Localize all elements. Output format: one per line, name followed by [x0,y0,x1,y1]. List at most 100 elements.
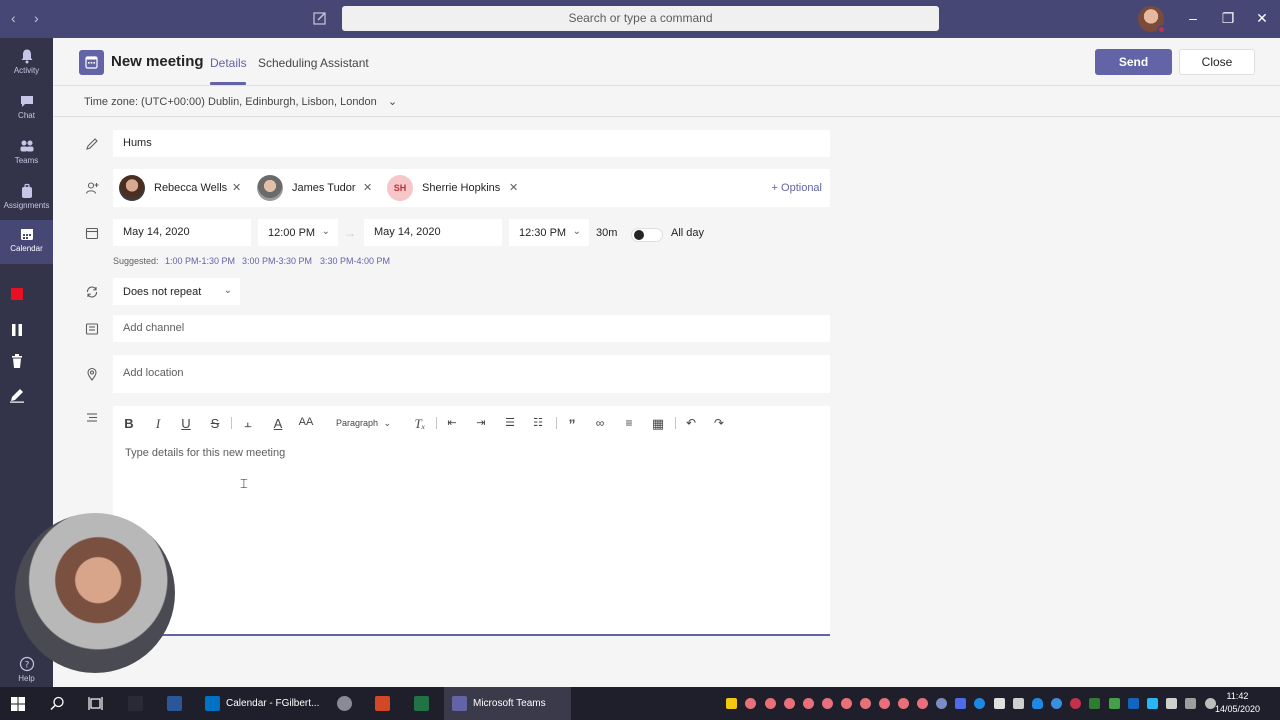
tray-app-icon[interactable] [898,698,909,709]
clear-formatting-icon[interactable]: Tₓ [412,416,428,432]
chevron-down-icon: ⌄ [572,226,581,237]
record-pen-button[interactable] [8,386,26,404]
pinned-app-icon[interactable] [128,696,143,711]
windows-start-icon[interactable] [11,697,25,711]
bullet-list-icon[interactable]: ☰ [502,416,518,429]
rail-item-calendar[interactable]: Calendar [0,220,53,264]
bold-icon[interactable]: B [121,416,137,431]
tray-app-icon[interactable] [1070,698,1081,709]
tray-app-icon[interactable] [1147,698,1158,709]
rail-item-chat[interactable]: Chat [0,87,53,131]
maximize-icon[interactable]: ❐ [1218,10,1238,27]
tab-details[interactable]: Details [210,56,247,70]
tray-app-icon[interactable] [765,698,776,709]
suggested-slot[interactable]: 3:30 PM-4:00 PM [320,256,390,266]
clock-time: 11:42 [1226,691,1249,701]
user-avatar[interactable] [1138,6,1166,34]
forward-arrow-icon[interactable]: › [34,10,39,26]
record-delete-button[interactable] [8,352,26,370]
link-icon[interactable]: ∞ [592,416,608,430]
quote-icon[interactable]: ” [564,416,580,432]
tray-app-icon[interactable] [974,698,985,709]
compose-icon[interactable] [312,10,328,26]
tray-app-icon[interactable] [1051,698,1062,709]
rail-label: Assignments [3,201,50,210]
highlight-icon[interactable]: ⫠ [240,416,256,431]
channel-input[interactable]: Add channel [113,315,830,342]
tray-app-icon[interactable] [745,698,756,709]
tray-app-icon[interactable] [994,698,1005,709]
tray-app-icon[interactable] [784,698,795,709]
end-time-select[interactable]: 12:30 PM ⌄ [509,219,589,246]
tray-app-icon[interactable] [955,698,966,709]
close-window-icon[interactable]: ✕ [1252,10,1272,27]
rail-item-assignments[interactable]: Assignments [0,177,53,221]
title-input[interactable]: Hums [113,130,830,157]
record-pause-button[interactable] [8,321,26,339]
powerpoint-icon[interactable] [375,696,390,711]
timezone-selector[interactable]: Time zone: (UTC+00:00) Dublin, Edinburgh… [84,95,397,108]
end-date-picker[interactable]: May 14, 2020 [364,219,502,246]
record-stop-button[interactable] [8,285,26,303]
paragraph-select[interactable]: Paragraph ⌄ [336,418,391,429]
start-date-picker[interactable]: May 14, 2020 [113,219,251,246]
font-size-icon[interactable]: AA [298,416,314,428]
back-arrow-icon[interactable]: ‹ [11,10,16,26]
taskbar-app-outlook[interactable]: Calendar - FGilbert... [197,687,321,720]
tray-app-icon[interactable] [879,698,890,709]
tray-app-icon[interactable] [1013,698,1024,709]
numbered-list-icon[interactable]: ☷ [530,416,546,429]
minimize-icon[interactable]: – [1183,10,1203,26]
all-day-toggle[interactable] [631,228,663,242]
tray-app-icon[interactable] [822,698,833,709]
table-icon[interactable]: ▦ [650,416,666,432]
search-input[interactable]: Search or type a command [342,6,939,31]
taskbar-app-teams[interactable]: Microsoft Teams [444,687,571,720]
tray-app-icon[interactable] [841,698,852,709]
suggested-slot[interactable]: 3:00 PM-3:30 PM [242,256,312,266]
pinned-app-icon[interactable] [337,696,352,711]
attendee-name: James Tudor [292,182,356,194]
decrease-indent-icon[interactable]: ⇤ [444,416,460,429]
undo-icon[interactable]: ↶ [683,416,699,430]
send-button[interactable]: Send [1095,49,1172,75]
close-button[interactable]: Close [1179,49,1255,75]
tray-app-icon[interactable] [803,698,814,709]
tray-app-icon[interactable] [1128,698,1139,709]
italic-icon[interactable]: I [150,416,166,432]
underline-icon[interactable]: U [178,416,194,431]
battery-icon[interactable] [1185,698,1196,709]
rail-item-teams[interactable]: Teams [0,132,53,176]
remove-attendee-icon[interactable]: ✕ [363,181,372,194]
location-input[interactable]: Add location [113,355,830,393]
rail-label: Help [18,674,35,683]
lock-icon[interactable] [726,698,737,709]
suggested-slot[interactable]: 1:00 PM-1:30 PM [165,256,235,266]
excel-icon[interactable] [414,696,429,711]
system-clock[interactable]: 11:42 14/05/2020 [1215,690,1260,716]
tab-scheduling-assistant[interactable]: Scheduling Assistant [258,56,369,70]
details-editor[interactable]: Type details for this new meeting ⌶ [113,406,830,636]
optional-attendees-link[interactable]: + Optional [772,182,822,194]
repeat-select[interactable]: Does not repeat ⌄ [113,278,240,305]
tray-app-icon[interactable] [917,698,928,709]
increase-indent-icon[interactable]: ⇥ [473,416,489,429]
search-icon[interactable] [50,696,65,711]
tray-app-icon[interactable] [936,698,947,709]
font-color-icon[interactable]: A [270,416,286,431]
align-icon[interactable]: ≡ [621,416,637,430]
strikethrough-icon[interactable]: S [207,416,223,431]
rail-label: Activity [13,66,40,75]
task-view-icon[interactable] [88,696,103,711]
rail-item-activity[interactable]: Activity [0,42,53,86]
remove-attendee-icon[interactable]: ✕ [509,181,518,194]
start-time-select[interactable]: 12:00 PM ⌄ [258,219,338,246]
onedrive-icon[interactable] [1032,698,1043,709]
redo-icon[interactable]: ↷ [711,416,727,430]
tray-app-icon[interactable] [1109,698,1120,709]
word-icon[interactable] [167,696,182,711]
tray-app-icon[interactable] [1166,698,1177,709]
tray-app-icon[interactable] [1089,698,1100,709]
tray-app-icon[interactable] [860,698,871,709]
remove-attendee-icon[interactable]: ✕ [232,181,241,194]
